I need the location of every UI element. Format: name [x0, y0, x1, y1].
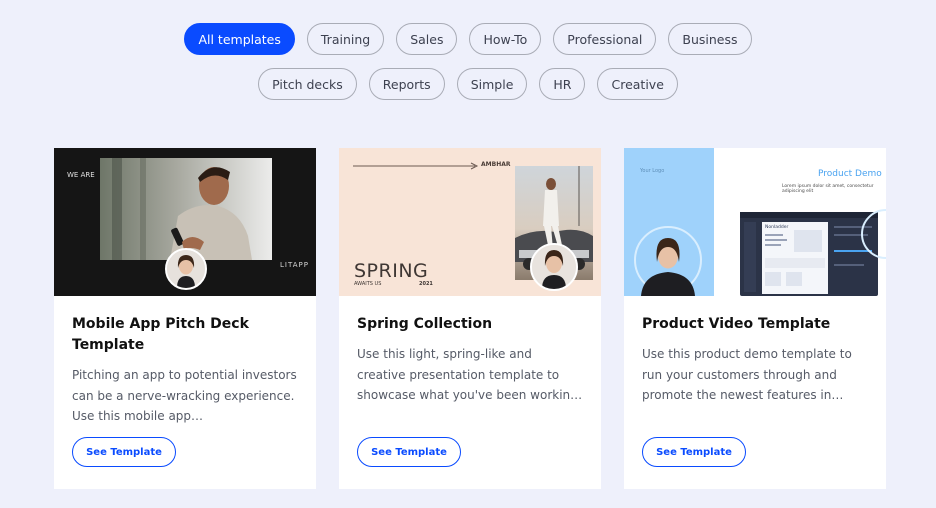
template-thumbnail[interactable]: Your Logo Product Demo Lorem ipsum dolor… [624, 148, 886, 296]
filter-business[interactable]: Business [668, 23, 752, 55]
template-card-spring-collection[interactable]: AMBHAR SPRING AWAITS US 2021 Spring Coll… [339, 148, 601, 489]
decor-ring-right [861, 209, 886, 259]
see-template-button[interactable]: See Template [357, 437, 461, 467]
dashboard-title: Nonladder [765, 225, 789, 230]
filter-how-to[interactable]: How-To [469, 23, 542, 55]
thumb-subline: AWAITS US [354, 281, 382, 287]
see-template-button[interactable]: See Template [72, 437, 176, 467]
filter-all-templates[interactable]: All templates [184, 23, 295, 55]
filter-simple[interactable]: Simple [456, 68, 528, 100]
filter-professional[interactable]: Professional [553, 23, 657, 55]
presenter-avatar [530, 243, 578, 291]
filter-creative[interactable]: Creative [597, 68, 678, 100]
filter-row-2: Pitch decks Reports Simple HR Creative [0, 68, 936, 100]
filter-reports[interactable]: Reports [368, 68, 445, 100]
thumb-caption: WE ARE [67, 171, 95, 179]
filter-hr[interactable]: HR [539, 68, 586, 100]
presenter-avatar [165, 248, 207, 290]
presenter-photo [641, 238, 695, 296]
thumb-brand: LITAPP [280, 261, 309, 269]
thumb-subline: Lorem ipsum dolor sit amet, consectetur … [782, 184, 874, 194]
thumb-logo-placeholder: Your Logo [640, 168, 665, 174]
filter-pitch-decks[interactable]: Pitch decks [258, 68, 357, 100]
template-card-mobile-app-pitch-deck[interactable]: WE ARE LITAPP Mobile App Pitch Deck Temp… [54, 148, 316, 489]
card-title: Spring Collection [357, 316, 493, 332]
card-description: Pitching an app to potential investors c… [72, 368, 297, 423]
template-filters: All templates Training Sales How-To Prof… [0, 23, 936, 100]
thumb-brand: AMBHAR [481, 161, 511, 168]
thumb-year: 2021 [419, 281, 433, 287]
see-template-button[interactable]: See Template [642, 437, 746, 467]
thumb-headline: Product Demo [818, 169, 882, 179]
filter-sales[interactable]: Sales [396, 23, 458, 55]
card-description: Use this light, spring-like and creative… [357, 347, 583, 402]
template-thumbnail[interactable]: WE ARE LITAPP [54, 148, 316, 296]
card-title: Product Video Template [642, 316, 831, 332]
template-thumbnail[interactable]: AMBHAR SPRING AWAITS US 2021 [339, 148, 601, 296]
thumb-headline: SPRING [354, 260, 429, 282]
arrow-line [353, 162, 479, 170]
filter-row-1: All templates Training Sales How-To Prof… [0, 23, 936, 55]
template-card-product-video[interactable]: Your Logo Product Demo Lorem ipsum dolor… [624, 148, 886, 489]
man-phone-photo [100, 158, 272, 260]
filter-training[interactable]: Training [306, 23, 385, 55]
card-title: Mobile App Pitch Deck Template [72, 316, 249, 353]
card-description: Use this product demo template to run yo… [642, 347, 852, 402]
